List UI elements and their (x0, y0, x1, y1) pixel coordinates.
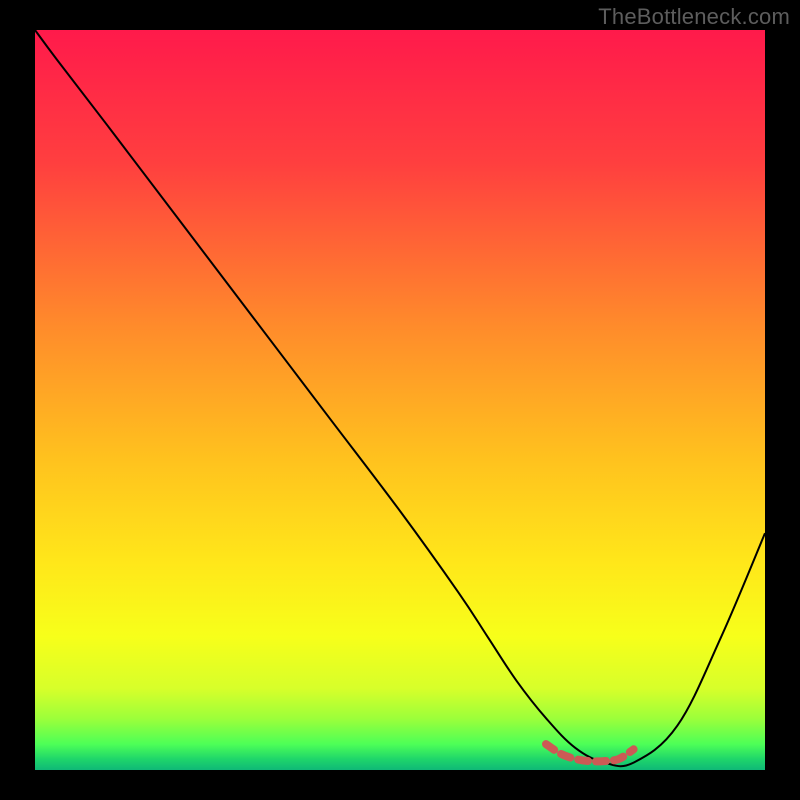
bottleneck-curve (35, 30, 765, 766)
watermark-text: TheBottleneck.com (598, 4, 790, 30)
plot-area (35, 30, 765, 770)
optimal-range-marker (546, 744, 634, 761)
chart-frame: TheBottleneck.com (0, 0, 800, 800)
curve-layer (35, 30, 765, 770)
